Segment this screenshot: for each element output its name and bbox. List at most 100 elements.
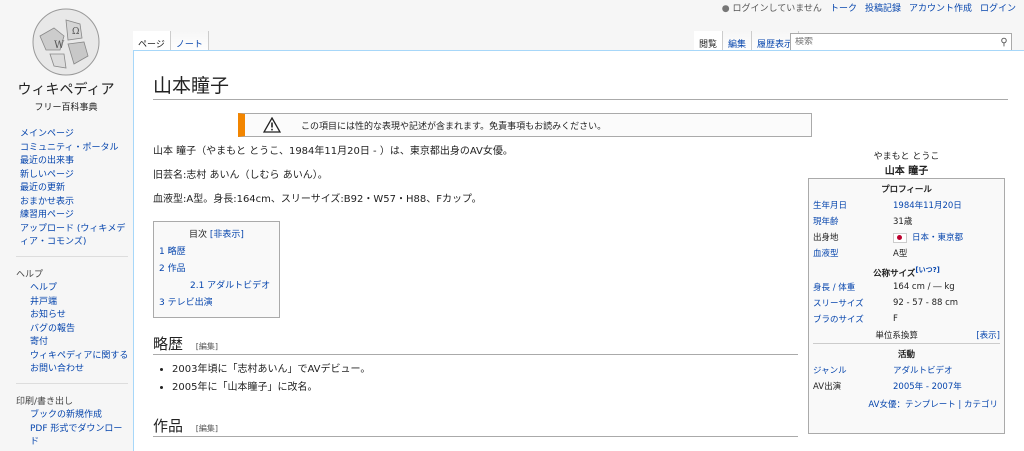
sidebar-item-notices[interactable]: お知らせ <box>30 309 130 323</box>
sidebar-item-village-pump[interactable]: 井戸端 <box>30 296 130 310</box>
list-item: 2003年頃に「志村あいん」でAVデビュー。 <box>172 361 370 379</box>
sidebar: W Ω ウィキペディア フリー百科事典 メインページ コミュニティ・ポータル 最… <box>0 0 132 450</box>
when-tag[interactable]: [いつ?] <box>915 266 939 274</box>
infobox-value: F <box>893 314 898 324</box>
search-icon[interactable]: ⚲ <box>997 37 1011 48</box>
sidebar-item-help[interactable]: ヘルプ <box>30 282 130 296</box>
toc-item-tv[interactable]: 3 テレビ出演 <box>159 295 279 308</box>
sidebar-item-download-pdf[interactable]: PDF 形式でダウンロード <box>30 423 130 450</box>
infobox-key: AV出演 <box>813 382 842 392</box>
infobox-value[interactable]: 2005年 - 2007年 <box>893 380 1004 392</box>
search-input[interactable] <box>791 37 997 47</box>
article-body: 山本 瞳子（やまもと とうこ、1984年11月20日 - ）は、東京都出身のAV… <box>153 145 513 217</box>
infobox-key[interactable]: スリーサイズ <box>813 297 893 309</box>
infobox-key[interactable]: 現年齢 <box>813 215 893 227</box>
warning-icon <box>263 117 281 133</box>
content-area: 山本瞳子 この項目には性的な表現や記述が含まれます。免責事項もお読みください。 … <box>133 50 1024 451</box>
infobox-value: 31歳 <box>893 217 913 227</box>
infobox-key[interactable]: 血液型 <box>813 247 893 259</box>
sidebar-item-new-pages[interactable]: 新しいページ <box>20 169 130 183</box>
intro-paragraph: 山本 瞳子（やまもと とうこ、1984年11月20日 - ）は、東京都出身のAV… <box>153 146 513 157</box>
infobox-key[interactable]: ブラのサイズ <box>813 313 893 325</box>
infobox-value[interactable]: 1984年11月20日 <box>893 199 1004 211</box>
page-title: 山本瞳子 <box>153 75 230 97</box>
sidebar-item-community-portal[interactable]: コミュニティ・ポータル <box>20 142 130 156</box>
section-divider <box>153 354 798 355</box>
infobox-name: 山本 瞳子 <box>884 166 929 177</box>
list-item: 2005年に「山本瞳子」に改名。 <box>172 379 370 397</box>
infobox-activity-header: 活動 <box>897 350 915 360</box>
logo-text: ウィキペディア フリー百科事典 <box>0 79 132 113</box>
unit-conversion-row: 単位系換算 [表示] <box>813 327 1000 344</box>
infobox-value[interactable]: アダルトビデオ <box>893 364 1004 376</box>
talk-link[interactable]: トーク <box>830 1 857 14</box>
birthplace-link[interactable]: 日本・東京都 <box>912 233 963 243</box>
toc-item-biography[interactable]: 1 略歴 <box>159 244 279 257</box>
infobox: プロフィール 生年月日 1984年11月20日 現年齢 31歳 出身地 日本・東… <box>808 178 1005 434</box>
login-link[interactable]: ログイン <box>980 1 1016 14</box>
svg-text:Ω: Ω <box>72 27 79 37</box>
section-edit-link[interactable]: [編集] <box>196 424 218 433</box>
size-header-text: 公称サイズ <box>873 268 916 279</box>
sidebar-item-random[interactable]: おまかせ表示 <box>20 196 130 210</box>
sidebar-item-contact[interactable]: ウィキペディアに関するお問い合わせ <box>30 350 130 377</box>
sidebar-item-main-page[interactable]: メインページ <box>20 128 130 142</box>
sidebar-item-create-book[interactable]: ブックの新規作成 <box>30 409 130 423</box>
not-logged-in-text: ログインしていません <box>732 3 822 14</box>
wikipedia-globe-logo[interactable]: W Ω <box>30 6 102 78</box>
infobox-value: 日本・東京都 <box>893 231 1004 243</box>
stats-paragraph: 血液型:A型。身長:164cm、スリーサイズ:B92・W57・H88、Fカップ。 <box>153 194 482 205</box>
contributions-link[interactable]: 投稿記録 <box>865 1 901 14</box>
sidebar-heading-print[interactable]: 印刷/書き出し <box>16 396 130 410</box>
content-notice: この項目には性的な表現や記述が含まれます。免責事項もお読みください。 <box>238 113 812 137</box>
sidebar-item-recent-changes[interactable]: 最近の更新 <box>20 182 130 196</box>
former-name-paragraph: 旧芸名:志村 あいん（しむら あいん）。 <box>153 170 328 181</box>
unit-conversion-label: 単位系換算 <box>875 331 918 341</box>
infobox-footer[interactable]: AV女優：テンプレート | カテゴリ <box>809 398 1004 410</box>
japan-flag-icon <box>893 232 907 243</box>
toc-item-adult-video[interactable]: 2.1 アダルトビデオ <box>190 278 279 291</box>
section-title: 作品 <box>153 417 184 435</box>
infobox-key[interactable]: 身長 / 体重 <box>813 281 893 293</box>
toc-title: 目次 <box>189 230 208 240</box>
infobox-value: A型 <box>893 249 908 259</box>
infobox-key[interactable]: ジャンル <box>813 364 893 376</box>
show-toggle[interactable]: [表示] <box>976 329 1000 341</box>
section-heading-biography: 略歴 [編集] <box>153 333 218 354</box>
edit-link-text[interactable]: [編集] <box>196 342 218 351</box>
infobox-key[interactable]: 生年月日 <box>813 199 893 211</box>
sidebar-item-donate[interactable]: 寄付 <box>30 336 130 350</box>
infobox-profile-header: プロフィール <box>881 185 932 195</box>
infobox-row: 生年月日 1984年11月20日 <box>809 197 1004 213</box>
infobox-row: ブラのサイズ F <box>809 311 1004 327</box>
search-box: ⚲ <box>790 33 1012 51</box>
sidebar-item-current-events[interactable]: 最近の出来事 <box>20 155 130 169</box>
sidebar-item-bug-report[interactable]: バグの報告 <box>30 323 130 337</box>
infobox-row: 身長 / 体重 164 cm / ― kg <box>809 279 1004 295</box>
sidebar-divider <box>16 382 128 384</box>
infobox-key: 出身地 <box>813 233 839 243</box>
infobox-row: ジャンル アダルトビデオ <box>809 362 1004 378</box>
sidebar-item-upload[interactable]: アップロード (ウィキメディア・コモンズ) <box>20 223 130 250</box>
infobox-value: 164 cm / ― kg <box>893 282 955 292</box>
infobox-size-header: 公称サイズ[いつ?] <box>809 265 1004 279</box>
sidebar-heading-help[interactable]: ヘルプ <box>16 269 130 283</box>
table-of-contents: 目次 [非表示] 1 略歴 2 作品 2.1 アダルトビデオ 3 テレビ出演 <box>153 221 280 318</box>
section-edit-link[interactable]: [編集] <box>196 342 218 351</box>
edit-link-text[interactable]: [編集] <box>196 424 218 433</box>
personal-tools: ● ログインしていません トーク 投稿記録 アカウント作成 ログイン <box>722 0 1016 14</box>
toc-toggle[interactable]: [非表示] <box>210 230 244 240</box>
infobox-kana: やまもと とうこ <box>873 152 940 162</box>
sidebar-item-sandbox[interactable]: 練習用ページ <box>20 209 130 223</box>
infobox-value: 92 - 57 - 88 cm <box>893 298 959 308</box>
section-title: 略歴 <box>153 335 184 353</box>
logo-subtitle: フリー百科事典 <box>34 103 98 113</box>
sidebar-nav: メインページ コミュニティ・ポータル 最近の出来事 新しいページ 最近の更新 お… <box>16 128 130 450</box>
biography-list: 2003年頃に「志村あいん」でAVデビュー。 2005年に「山本瞳子」に改名。 <box>162 361 370 397</box>
user-icon: ● <box>721 3 730 14</box>
section-heading-works: 作品 [編集] <box>153 415 218 436</box>
user-status: ● ログインしていません <box>722 1 822 14</box>
toc-item-works[interactable]: 2 作品 <box>159 261 279 274</box>
create-account-link[interactable]: アカウント作成 <box>909 1 972 14</box>
sidebar-divider <box>16 255 128 257</box>
